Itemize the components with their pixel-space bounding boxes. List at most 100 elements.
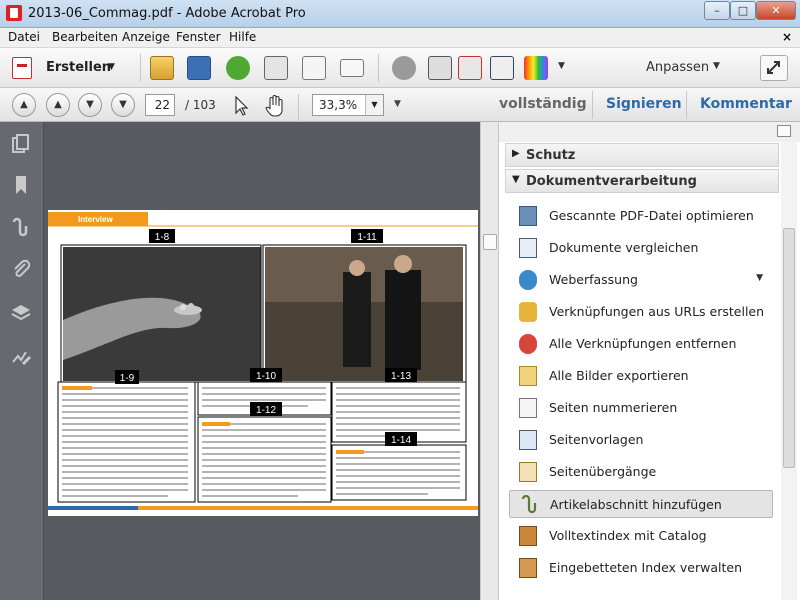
menu-view[interactable]: Anzeige [122, 30, 170, 44]
panel-header [499, 122, 800, 142]
toolbar-divider [298, 94, 299, 122]
edit-signature-icon[interactable] [10, 346, 32, 368]
callout-label-1-10: 1-10 [256, 371, 276, 382]
page-number-icon [519, 398, 537, 418]
select-icon[interactable] [490, 56, 514, 80]
close-document-icon[interactable]: × [782, 30, 792, 44]
add-article-box-item[interactable]: Artikelabschnitt hinzufügen [509, 490, 773, 518]
create-button[interactable]: Erstellen ▼ [8, 53, 118, 83]
item-label: Seitenvorlagen [549, 432, 644, 447]
callout-label-1-12: 1-12 [256, 405, 276, 416]
window-title: 2013-06_Commag.pdf - Adobe Acrobat Pro [28, 6, 306, 21]
select-cursor-icon[interactable] [232, 95, 252, 117]
index-icon [519, 558, 537, 578]
gear-icon[interactable] [392, 56, 416, 80]
close-window-button[interactable]: ✕ [756, 1, 796, 20]
remove-all-links-item[interactable]: Alle Verknüpfungen entfernen [509, 330, 773, 358]
manage-embedded-index-item[interactable]: Eingebetteten Index verwalten [509, 554, 773, 582]
main-toolbar: Erstellen ▼ ▼ Anpassen ▼ [0, 48, 800, 88]
open-folder-icon[interactable] [150, 56, 174, 80]
chevron-down-icon[interactable]: ▼ [713, 61, 720, 71]
item-label: Seiten nummerieren [549, 400, 678, 415]
email-icon[interactable] [340, 59, 364, 77]
item-label: Weberfassung [549, 272, 638, 287]
callout-label-1-14: 1-14 [391, 435, 411, 446]
section-document-processing[interactable]: ▼ Dokumentverarbeitung [505, 169, 779, 193]
signature-icon[interactable] [10, 216, 32, 238]
page-templates-item[interactable]: Seitenvorlagen [509, 426, 773, 454]
chevron-down-icon: ▼ [512, 174, 520, 185]
hand-icon[interactable] [264, 94, 286, 118]
optimize-scanned-pdf-item[interactable]: Gescannte PDF-Datei optimieren [509, 202, 773, 230]
web-capture-item[interactable]: Weberfassung ▼ [509, 266, 773, 294]
layers-icon[interactable] [10, 302, 32, 324]
attachment-icon[interactable] [10, 258, 32, 280]
toolbar-divider [686, 91, 687, 119]
last-page-icon[interactable]: ▼ [111, 93, 135, 117]
menu-file[interactable]: Datei [8, 30, 40, 44]
menu-window[interactable]: Fenster [176, 30, 221, 44]
save-icon[interactable] [187, 56, 211, 80]
page-transitions-item[interactable]: Seitenübergänge [509, 458, 773, 486]
fulltext-index-catalog-item[interactable]: Volltextindex mit Catalog [509, 522, 773, 550]
compare-documents-item[interactable]: Dokumente vergleichen [509, 234, 773, 262]
first-page-icon[interactable]: ▲ [12, 93, 36, 117]
expand-icon[interactable] [760, 55, 788, 81]
bookmark-icon[interactable] [10, 174, 32, 196]
article-icon [520, 494, 538, 515]
color-icon[interactable] [524, 56, 548, 80]
customize-button[interactable]: Anpassen [646, 60, 709, 75]
callout-label-1-9: 1-9 [120, 373, 135, 384]
previous-page-icon[interactable]: ▲ [46, 93, 70, 117]
edit-doc-icon[interactable] [302, 56, 326, 80]
globe-icon [519, 270, 537, 290]
more-tools-icon[interactable]: ▼ [558, 61, 565, 71]
minimize-button[interactable]: – [704, 1, 730, 20]
panel-scrollbar[interactable] [781, 142, 797, 600]
chevron-down-icon[interactable]: ▼ [756, 273, 763, 283]
next-page-icon[interactable]: ▼ [78, 93, 102, 117]
view-full-button[interactable]: vollständig [499, 96, 587, 112]
compare-icon [519, 238, 537, 258]
sign-button[interactable]: Signieren [606, 96, 682, 112]
item-label: Gescannte PDF-Datei optimieren [549, 208, 754, 223]
page-transition-icon [519, 462, 537, 482]
panel-options-icon[interactable] [777, 125, 791, 137]
number-pages-item[interactable]: Seiten nummerieren [509, 394, 773, 422]
export-all-images-item[interactable]: Alle Bilder exportieren [509, 362, 773, 390]
page-number-input[interactable]: 22 [145, 94, 175, 116]
image-export-icon [519, 366, 537, 386]
document-scrollbar[interactable] [480, 122, 498, 600]
pages-icon[interactable] [10, 134, 32, 156]
zoom-select[interactable]: 33,3% ▼ [312, 94, 384, 116]
maximize-button[interactable]: □ [730, 1, 756, 20]
chevron-down-icon: ▼ [108, 62, 115, 72]
toolbar-divider [378, 54, 379, 82]
callout-label-1-8: 1-8 [155, 232, 170, 243]
search-stamp-icon[interactable] [428, 56, 452, 80]
menu-edit[interactable]: Bearbeiten [52, 30, 118, 44]
panel-scrollbar-thumb[interactable] [783, 228, 795, 468]
export-icon[interactable] [458, 56, 482, 80]
scrollbar-thumb[interactable] [483, 234, 497, 250]
navigation-rail [0, 122, 44, 600]
item-label: Artikelabschnitt hinzufügen [550, 497, 722, 512]
more-nav-icon[interactable]: ▼ [394, 99, 401, 109]
section-protection[interactable]: ▶ Schutz [505, 143, 779, 167]
create-links-from-urls-item[interactable]: Verknüpfungen aus URLs erstellen [509, 298, 773, 326]
callout-label-1-11: 1-11 [357, 232, 377, 243]
section-document-processing-label: Dokumentverarbeitung [526, 174, 697, 189]
menu-help[interactable]: Hilfe [229, 30, 256, 44]
scan-icon [519, 206, 537, 226]
section-protection-label: Schutz [526, 148, 576, 163]
menu-bar: Datei Bearbeiten Anzeige Fenster Hilfe × [0, 28, 800, 48]
link-remove-icon [519, 334, 537, 354]
link-create-icon [519, 302, 537, 322]
create-pdf-icon [12, 57, 32, 79]
chevron-right-icon: ▶ [512, 148, 520, 159]
cloud-upload-icon[interactable] [226, 56, 250, 80]
comment-button[interactable]: Kommentar [700, 96, 792, 112]
chevron-down-icon[interactable]: ▼ [365, 95, 383, 115]
print-icon[interactable] [264, 56, 288, 80]
item-label: Eingebetteten Index verwalten [549, 560, 743, 575]
